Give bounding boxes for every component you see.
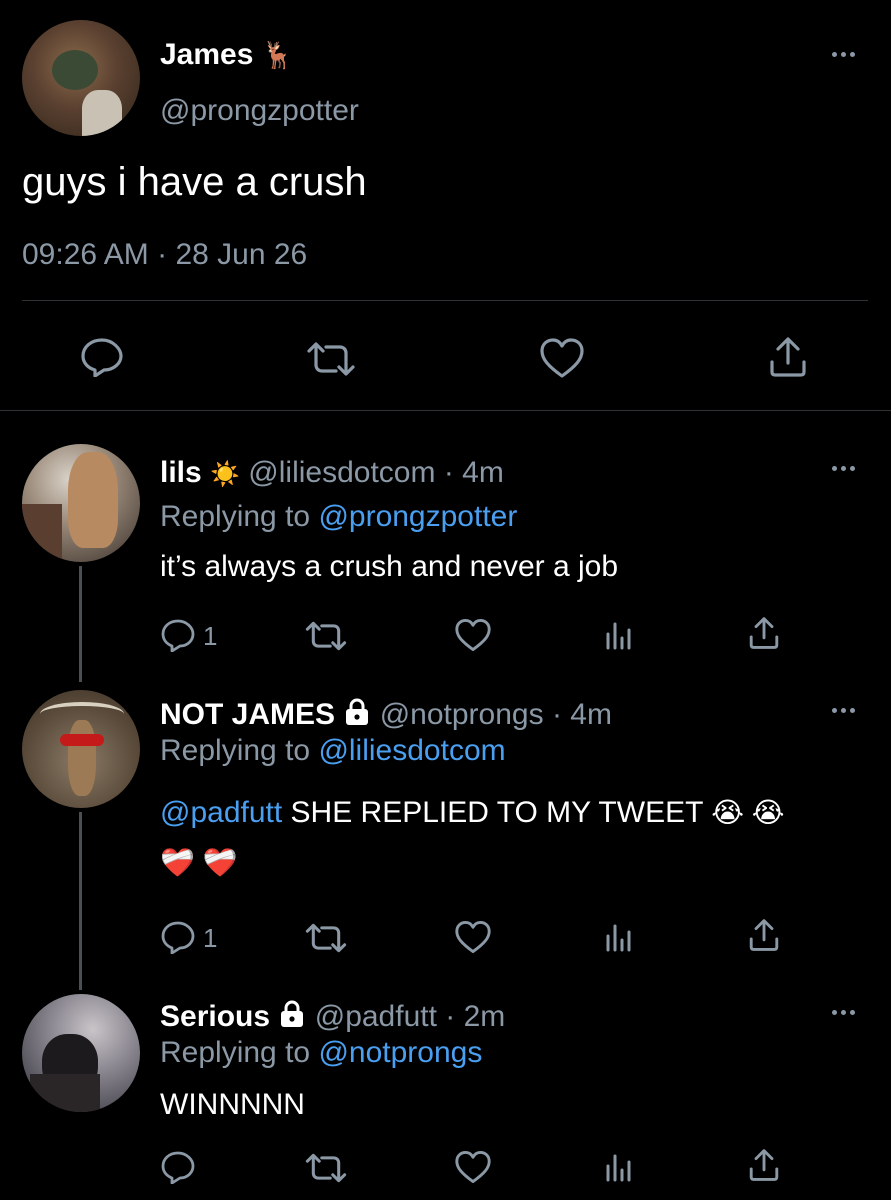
deer-emoji-icon: 🦌 [261, 40, 295, 70]
reply-age: · 4m [443, 456, 504, 489]
replying-to-line: Replying to @liliesdotcom [160, 734, 506, 767]
reply-count: 1 [203, 621, 218, 651]
author-handle[interactable]: @padfutt [315, 1000, 437, 1033]
author-name[interactable]: NOT JAMES [160, 698, 335, 731]
replying-to-link[interactable]: @liliesdotcom [318, 734, 505, 767]
replying-to-link[interactable]: @notprongs [318, 1036, 482, 1069]
retweet-icon[interactable] [304, 922, 348, 954]
like-icon[interactable] [539, 337, 585, 379]
mention-link[interactable]: @padfutt [160, 796, 282, 829]
divider [22, 300, 868, 301]
more-options-icon[interactable] [830, 460, 860, 476]
share-icon[interactable] [748, 616, 780, 650]
avatar-serious[interactable] [22, 994, 140, 1112]
lock-icon [278, 1000, 306, 1036]
reply-icon[interactable] [80, 337, 124, 377]
replying-to-link[interactable]: @prongzpotter [318, 500, 517, 533]
thread-connector-line [79, 812, 82, 990]
more-options-icon[interactable] [830, 1004, 860, 1020]
reply-text: @padfutt SHE REPLIED TO MY TWEET 😭 😭 [160, 796, 785, 829]
more-options-icon[interactable] [830, 46, 860, 62]
reply-age: · 4m [551, 698, 612, 731]
share-icon[interactable] [748, 918, 780, 952]
like-icon[interactable] [454, 1150, 492, 1184]
replying-to-line: Replying to @notprongs [160, 1036, 483, 1069]
avatar-not-james[interactable] [22, 690, 140, 808]
reply-age: · 2m [445, 1000, 506, 1033]
main-tweet-timestamp[interactable]: 09:26 AM · 28 Jun 26 [22, 238, 307, 272]
like-icon[interactable] [454, 920, 492, 954]
retweet-icon[interactable] [304, 1152, 348, 1184]
reply-icon[interactable] [160, 618, 196, 652]
reply-header: NOT JAMES @notprongs · 4m [160, 698, 612, 734]
reply-text: it’s always a crush and never a job [160, 550, 619, 583]
divider [0, 410, 891, 411]
author-handle[interactable]: @liliesdotcom [248, 456, 435, 489]
thread-connector-line [79, 566, 82, 682]
share-icon[interactable] [768, 336, 808, 378]
share-icon[interactable] [748, 1148, 780, 1182]
retweet-icon[interactable] [304, 620, 348, 652]
retweet-icon[interactable] [305, 341, 357, 377]
analytics-icon[interactable] [604, 1152, 634, 1182]
author-name[interactable]: Serious [160, 1000, 270, 1033]
author-handle[interactable]: @notprongs [380, 698, 544, 731]
main-author-handle[interactable]: @prongzpotter [160, 94, 359, 128]
reply-icon[interactable] [160, 1150, 196, 1184]
main-author-name[interactable]: James 🦌 [160, 38, 294, 72]
avatar-james[interactable] [22, 20, 140, 136]
author-name[interactable]: lils [160, 456, 202, 489]
reply-header: Serious @padfutt · 2m [160, 1000, 505, 1036]
avatar-lils[interactable] [22, 444, 140, 562]
reply-text: WINNNNN [160, 1088, 305, 1121]
sun-emoji-icon: ☀️ [210, 461, 240, 488]
lock-icon [343, 698, 371, 734]
reply-count: 1 [203, 923, 218, 953]
analytics-icon[interactable] [604, 922, 634, 952]
mending-heart-emoji-icon: ❤️‍🩹 ❤️‍🩹 [160, 847, 238, 878]
replying-to-line: Replying to @prongzpotter [160, 500, 518, 533]
main-tweet-text: guys i have a crush [22, 160, 367, 204]
more-options-icon[interactable] [830, 702, 860, 718]
reply-header: lils ☀️ @liliesdotcom · 4m [160, 456, 504, 490]
reply-icon[interactable] [160, 920, 196, 954]
like-icon[interactable] [454, 618, 492, 652]
crying-emoji-icon: 😭 😭 [711, 797, 785, 828]
analytics-icon[interactable] [604, 620, 634, 650]
